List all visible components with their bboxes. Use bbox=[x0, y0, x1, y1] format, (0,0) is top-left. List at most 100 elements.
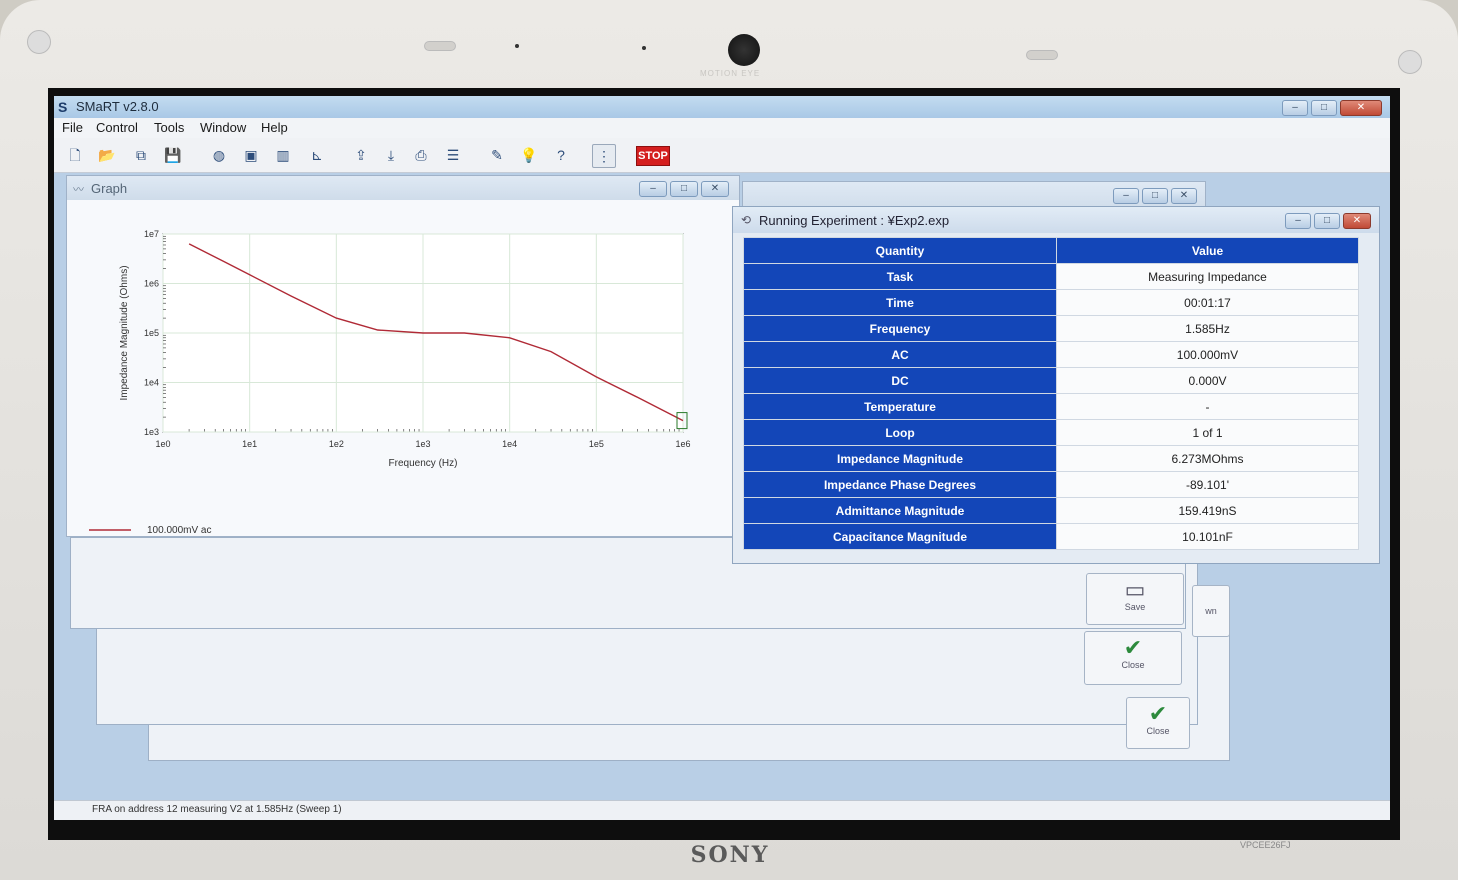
y-tick-label: 1e5 bbox=[144, 328, 159, 338]
quantity-cell: AC bbox=[743, 341, 1057, 368]
value-cell: -89.101' bbox=[1056, 471, 1359, 498]
open-folder-icon[interactable]: 📂 bbox=[96, 144, 118, 166]
x-tick-label: 1e2 bbox=[329, 439, 344, 449]
x-tick-label: 1e4 bbox=[502, 439, 517, 449]
bezel-sensor bbox=[642, 46, 646, 50]
table-row: Admittance Magnitude 159.419nS bbox=[743, 497, 1359, 524]
traffic-light-icon[interactable]: ⋮ bbox=[592, 144, 616, 168]
webcam-icon bbox=[728, 34, 760, 66]
copy-icon[interactable]: ⧉ bbox=[130, 144, 152, 166]
pen-icon[interactable]: ✎ bbox=[486, 144, 508, 166]
help-question-icon[interactable]: ? bbox=[550, 144, 572, 166]
menu-help[interactable]: Help bbox=[261, 120, 288, 135]
value-header: Value bbox=[1056, 237, 1359, 264]
monitor-icon[interactable]: ▣ bbox=[240, 144, 262, 166]
x-tick-label: 1e5 bbox=[589, 439, 604, 449]
value-cell: 1.585Hz bbox=[1056, 315, 1359, 342]
graph-window: 〰 Graph – □ ✕ 1e0 1e1 1e2 1e3 1e4 1e5 1e6 1e3 1e… bbox=[66, 175, 740, 537]
graph-title: Graph bbox=[91, 181, 128, 196]
globe-icon[interactable]: ◍ bbox=[208, 144, 230, 166]
back-maximize-button[interactable]: □ bbox=[1142, 188, 1168, 204]
x-tick-label: 1e3 bbox=[415, 439, 430, 449]
quantity-cell: Admittance Magnitude bbox=[743, 497, 1057, 524]
table-row: AC 100.000mV bbox=[743, 341, 1359, 368]
quantity-cell: Capacitance Magnitude bbox=[743, 523, 1057, 550]
graph-close-button[interactable]: ✕ bbox=[701, 181, 729, 197]
lightbulb-icon[interactable]: 💡 bbox=[518, 144, 540, 166]
import-icon[interactable]: ⤓ bbox=[380, 144, 402, 166]
value-cell: 100.000mV bbox=[1056, 341, 1359, 368]
back-close-button[interactable]: ✕ bbox=[1171, 188, 1197, 204]
camera-label: MOTION EYE bbox=[700, 69, 761, 78]
chart-bars-icon[interactable]: ▥ bbox=[272, 144, 294, 166]
check-icon: ✔ bbox=[1123, 635, 1143, 660]
status-bar: FRA on address 12 measuring V2 at 1.585H… bbox=[54, 800, 1390, 820]
bezel-slot bbox=[424, 41, 456, 51]
quantity-cell: Time bbox=[743, 289, 1057, 316]
table-row: Task Measuring Impedance bbox=[743, 263, 1359, 290]
save-icon[interactable]: 💾 bbox=[162, 144, 184, 166]
axis-icon[interactable]: ⊾ bbox=[306, 144, 328, 166]
stop-button[interactable]: STOP bbox=[636, 146, 670, 166]
graph-minimize-button[interactable]: – bbox=[639, 181, 667, 197]
experiment-maximize-button[interactable]: □ bbox=[1314, 213, 1340, 229]
quantity-cell: Impedance Phase Degrees bbox=[743, 471, 1057, 498]
graph-maximize-button[interactable]: □ bbox=[670, 181, 698, 197]
bezel-screw bbox=[1398, 50, 1422, 74]
menu-file[interactable]: File bbox=[62, 120, 83, 135]
experiment-title: Running Experiment : ¥Exp2.exp bbox=[759, 213, 950, 228]
legend-label: 100.000mV ac bbox=[147, 525, 212, 536]
menu-window[interactable]: Window bbox=[200, 120, 246, 135]
save-button[interactable]: ▭ Save bbox=[1086, 573, 1184, 625]
menu-tools[interactable]: Tools bbox=[154, 120, 184, 135]
menu-control[interactable]: Control bbox=[96, 120, 138, 135]
y-axis-label: Impedance Magnitude (Ohms) bbox=[119, 265, 130, 400]
x-tick-label: 1e1 bbox=[242, 439, 257, 449]
model-label: VPCEE26FJ bbox=[1240, 840, 1291, 850]
save-icon: ▭ bbox=[1124, 577, 1146, 602]
partial-button[interactable]: wn bbox=[1192, 585, 1230, 637]
back-minimize-button[interactable]: – bbox=[1113, 188, 1139, 204]
new-file-icon[interactable]: 🗋 bbox=[64, 144, 86, 166]
experiment-table: Quantity Value Task Measuring Impedance Ti… bbox=[743, 237, 1359, 550]
experiment-close-button[interactable]: ✕ bbox=[1343, 213, 1371, 229]
x-tick-label: 1e6 bbox=[675, 439, 690, 449]
close-button[interactable]: ✔ Close bbox=[1084, 631, 1182, 685]
y-tick-label: 1e7 bbox=[144, 229, 159, 239]
table-row: Temperature - bbox=[743, 393, 1359, 420]
maximize-button[interactable]: □ bbox=[1311, 100, 1337, 116]
quantity-cell: Impedance Magnitude bbox=[743, 445, 1057, 472]
y-tick-label: 1e3 bbox=[144, 427, 159, 437]
impedance-chart: 1e0 1e1 1e2 1e3 1e4 1e5 1e6 1e3 1e4 1e5 1e6 1e7 Freq… bbox=[89, 229, 691, 536]
table-row: Impedance Magnitude 6.273MOhms bbox=[743, 445, 1359, 472]
back-window-controls: – □ ✕ bbox=[1113, 188, 1197, 204]
table-row: Loop 1 of 1 bbox=[743, 419, 1359, 446]
brand-logo: SONY bbox=[690, 842, 770, 868]
quantity-cell: Temperature bbox=[743, 393, 1057, 420]
menu-bar: File Control Tools Window Help bbox=[54, 118, 1390, 138]
bezel-slot bbox=[1026, 50, 1058, 60]
graph-icon: 〰 bbox=[73, 184, 84, 196]
check-icon: ✔ bbox=[1148, 701, 1168, 726]
quantity-cell: DC bbox=[743, 367, 1057, 394]
value-cell: 0.000V bbox=[1056, 367, 1359, 394]
layout-icon[interactable]: ☰ bbox=[442, 144, 464, 166]
toolbar: 🗋 📂 ⧉ 💾 ◍ ▣ ▥ ⊾ ⇪ ⤓ ⎙ ☰ ✎ 💡 ? ⋮ STOP bbox=[54, 138, 1390, 173]
close-button[interactable]: ✕ bbox=[1340, 100, 1382, 116]
quantity-cell: Frequency bbox=[743, 315, 1057, 342]
y-tick-label: 1e4 bbox=[144, 378, 159, 388]
table-row: Impedance Phase Degrees -89.101' bbox=[743, 471, 1359, 498]
experiment-window-controls: – □ ✕ bbox=[1285, 213, 1371, 229]
x-axis-label: Frequency (Hz) bbox=[389, 458, 458, 469]
value-cell: 1 of 1 bbox=[1056, 419, 1359, 446]
minimize-button[interactable]: – bbox=[1282, 100, 1308, 116]
close-button-back[interactable]: ✔ Close bbox=[1126, 697, 1190, 749]
experiment-minimize-button[interactable]: – bbox=[1285, 213, 1311, 229]
app-logo-icon: S bbox=[58, 99, 68, 115]
table-header: Quantity Value bbox=[743, 237, 1359, 264]
experiment-icon: ⟲ bbox=[741, 213, 752, 227]
app-titlebar: S SMaRT v2.8.0 – □ ✕ bbox=[54, 96, 1390, 118]
export-icon[interactable]: ⇪ bbox=[350, 144, 372, 166]
experiment-titlebar: ⟲ Running Experiment : ¥Exp2.exp – □ ✕ bbox=[733, 207, 1379, 233]
print-icon[interactable]: ⎙ bbox=[410, 144, 432, 166]
